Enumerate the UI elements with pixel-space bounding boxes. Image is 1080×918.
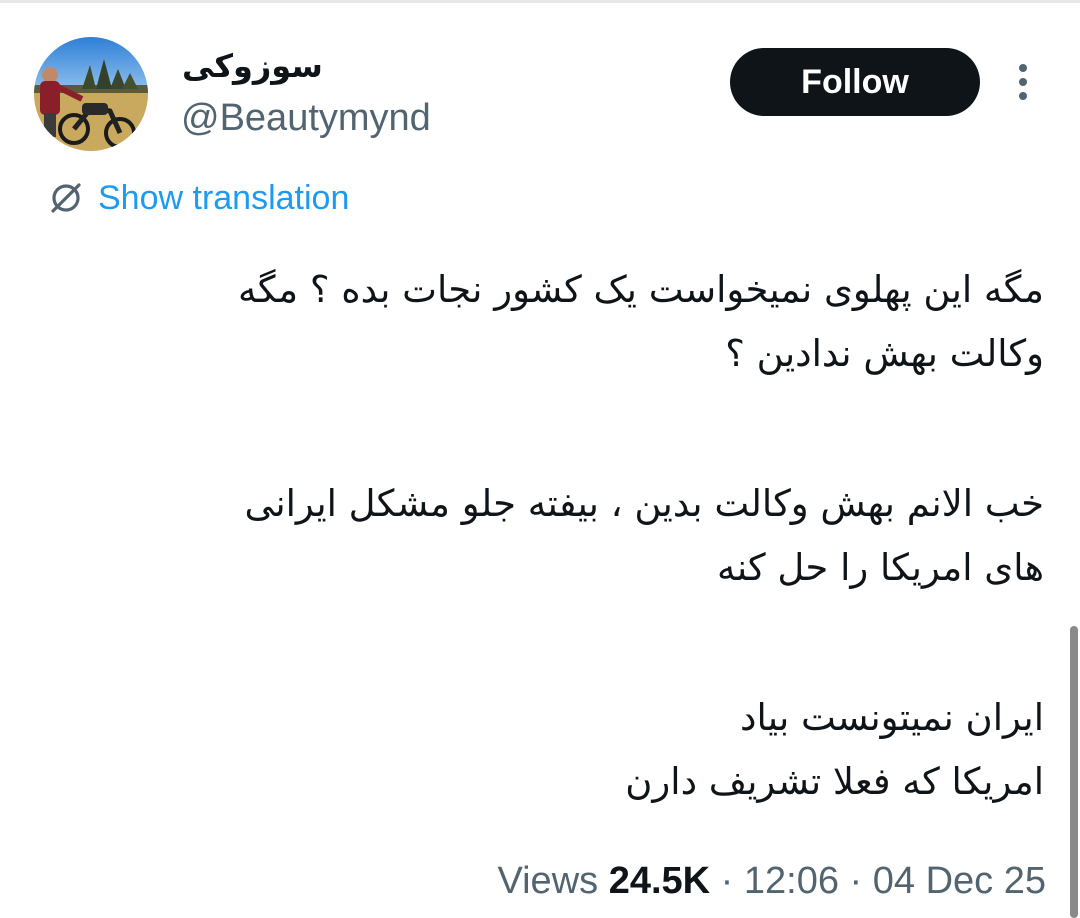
tweet-time[interactable]: 12:06 bbox=[744, 860, 839, 902]
tweet-line: های امریکا را حل کنه bbox=[717, 546, 1044, 589]
meta-separator: · bbox=[720, 860, 734, 902]
follow-button[interactable]: Follow bbox=[730, 48, 980, 116]
tweet-line: ایران نمیتونست بیاد bbox=[740, 696, 1044, 739]
tweet-line: مگه این پهلوی نمیخواست یک کشور نجات بده … bbox=[238, 268, 1044, 311]
views-count[interactable]: 24.5K bbox=[609, 860, 710, 902]
display-name[interactable]: سوزوکی bbox=[182, 46, 323, 86]
show-translation-link[interactable]: Show translation bbox=[46, 174, 349, 222]
tweet-line: خب الانم بهش وکالت بدین ، بیفته جلو مشکل… bbox=[244, 482, 1044, 525]
tweet-date[interactable]: 04 Dec 25 bbox=[873, 860, 1046, 902]
more-vertical-icon[interactable] bbox=[1008, 60, 1038, 104]
top-divider bbox=[0, 0, 1080, 3]
avatar[interactable] bbox=[34, 37, 148, 151]
tweet-text: مگه این پهلوی نمیخواست یک کشور نجات بده … bbox=[84, 258, 1044, 814]
tweet-line: وکالت بهش ندادین ؟ bbox=[725, 332, 1044, 375]
handle[interactable]: @Beautymynd bbox=[181, 96, 431, 140]
show-translation-label: Show translation bbox=[98, 178, 350, 217]
scrollbar[interactable] bbox=[1070, 626, 1078, 918]
meta-separator: · bbox=[849, 860, 863, 902]
views-label: Views bbox=[497, 860, 599, 902]
translate-slash-icon bbox=[51, 183, 81, 213]
tweet-meta: Views 24.5K · 12:06 · 04 Dec 25 bbox=[497, 856, 1046, 906]
tweet-line: امریکا که فعلا تشریف دارن bbox=[625, 760, 1044, 803]
